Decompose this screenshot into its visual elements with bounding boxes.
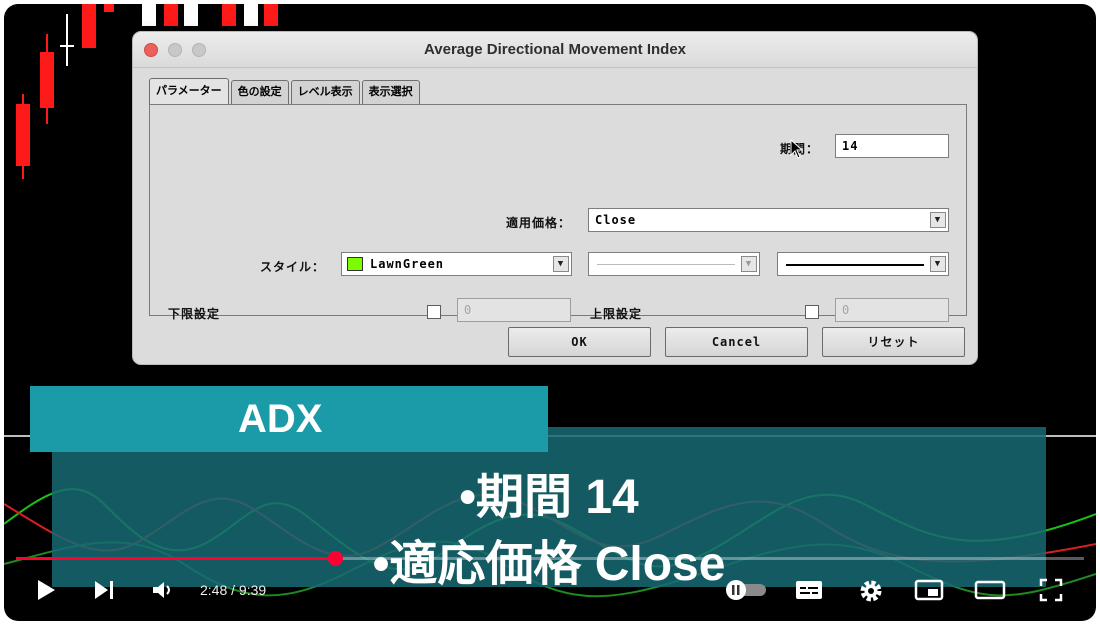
- tab-parameters[interactable]: パラメーター: [149, 78, 229, 104]
- caption-title: ADX: [30, 386, 548, 452]
- lower-limit-input[interactable]: 0: [457, 298, 571, 322]
- lower-limit-checkbox[interactable]: [427, 305, 441, 319]
- video-player[interactable]: Average Directional Movement Index パラメータ…: [4, 4, 1096, 621]
- dialog-titlebar: Average Directional Movement Index: [133, 32, 977, 68]
- applied-price-value: Close: [595, 213, 637, 227]
- caption-line-period: •期間 14: [459, 471, 639, 524]
- applied-price-select[interactable]: Close ▼: [588, 208, 949, 232]
- chevron-down-icon[interactable]: ▼: [741, 256, 757, 272]
- reset-button[interactable]: リセット: [822, 327, 965, 357]
- tab-display-selection[interactable]: 表示選択: [361, 80, 420, 104]
- subtitles-icon[interactable]: [794, 577, 824, 603]
- progress-bar[interactable]: [16, 551, 1084, 566]
- style-label: スタイル：: [260, 260, 326, 274]
- time-display: 2:48 / 9:39: [200, 582, 267, 598]
- tab-level-display[interactable]: レベル表示: [290, 80, 360, 104]
- chevron-down-icon[interactable]: ▼: [930, 212, 946, 228]
- style-color-select[interactable]: LawnGreen ▼: [341, 252, 572, 276]
- parameters-panel: 期間： 14 適用価格： Close ▼ スタイル： LawnGreen ▼ ▼: [149, 104, 967, 322]
- applied-price-label: 適用価格：: [506, 216, 572, 230]
- settings-gear-icon[interactable]: [857, 577, 885, 605]
- next-icon[interactable]: [91, 577, 117, 603]
- player-controls: 2:48 / 9:39: [4, 569, 1096, 614]
- upper-limit-label: 上限設定: [590, 307, 643, 321]
- period-input[interactable]: 14: [835, 134, 949, 158]
- window-title: Average Directional Movement Index: [423, 41, 687, 58]
- play-icon[interactable]: [34, 577, 58, 603]
- chevron-down-icon[interactable]: ▼: [553, 256, 569, 272]
- indicator-dialog: Average Directional Movement Index パラメータ…: [132, 31, 978, 365]
- upper-limit-input[interactable]: 0: [835, 298, 949, 322]
- progress-scrubber[interactable]: [327, 551, 343, 566]
- line-style-sample: [597, 264, 735, 265]
- tab-color-settings[interactable]: 色の設定: [230, 80, 289, 104]
- volume-icon[interactable]: [150, 577, 176, 603]
- autoplay-toggle-icon[interactable]: [724, 579, 768, 601]
- line-style-select[interactable]: ▼: [588, 252, 760, 276]
- line-width-sample: [786, 264, 924, 266]
- upper-limit-checkbox[interactable]: [805, 305, 819, 319]
- fullscreen-icon[interactable]: [1038, 577, 1064, 603]
- style-color-name: LawnGreen: [370, 257, 445, 271]
- ok-button[interactable]: OK: [508, 327, 651, 357]
- theater-mode-icon[interactable]: [974, 577, 1006, 603]
- line-width-select[interactable]: ▼: [777, 252, 949, 276]
- lower-limit-label: 下限設定: [168, 307, 221, 321]
- color-swatch: [347, 257, 363, 271]
- mouse-cursor-icon: [790, 139, 804, 159]
- cancel-button[interactable]: Cancel: [665, 327, 808, 357]
- miniplayer-icon[interactable]: [914, 577, 944, 603]
- tab-bar: パラメーター 色の設定 レベル表示 表示選択: [149, 78, 422, 104]
- chevron-down-icon[interactable]: ▼: [930, 256, 946, 272]
- progress-played: [16, 557, 335, 560]
